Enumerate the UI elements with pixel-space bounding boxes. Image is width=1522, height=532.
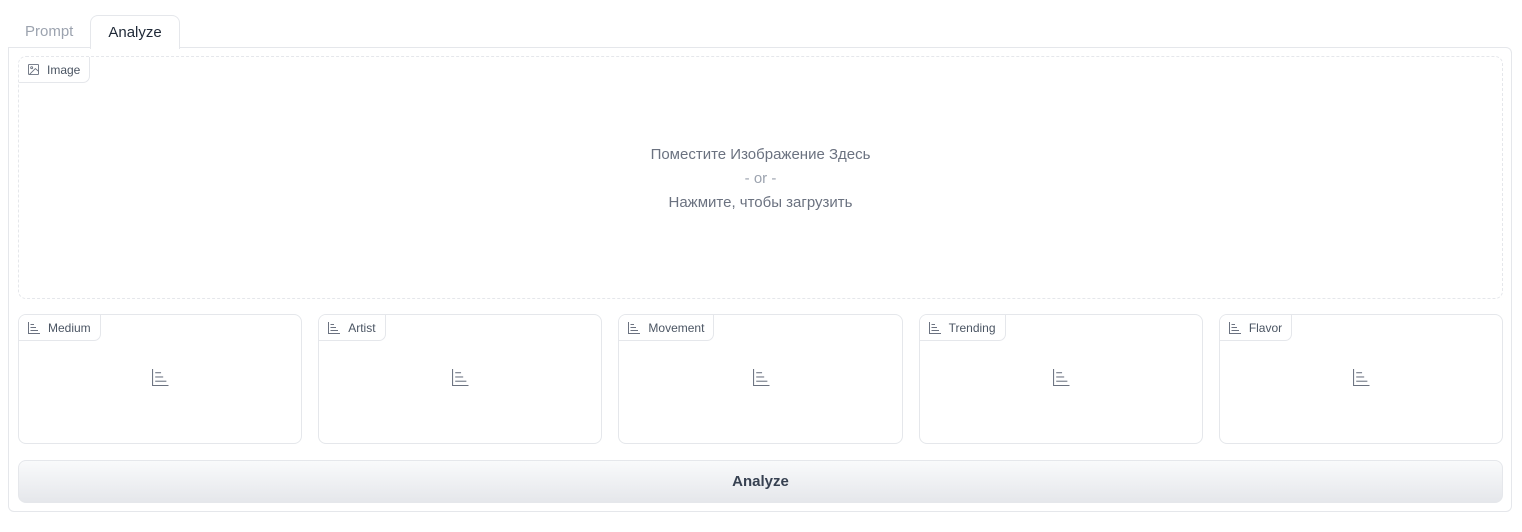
card-trending: Trending — [918, 314, 1203, 444]
card-label: Trending — [919, 315, 1006, 341]
bar-chart-placeholder-icon — [752, 369, 769, 391]
card-label: Flavor — [1219, 315, 1293, 341]
image-icon — [28, 64, 39, 75]
bar-chart-icon — [28, 321, 40, 334]
bar-chart-placeholder-icon — [452, 369, 469, 391]
bar-chart-placeholder-icon — [1352, 369, 1370, 391]
tab-analyze[interactable]: Analyze — [90, 15, 180, 49]
click-to-upload-text: Нажмите, чтобы загрузить — [668, 194, 853, 211]
card-label: Medium — [19, 315, 101, 341]
bar-chart-icon — [328, 321, 341, 334]
analyze-button[interactable]: Analyze — [18, 460, 1503, 503]
card-flavor: Flavor — [1218, 314, 1504, 444]
card-label: Movement — [619, 315, 715, 341]
card-movement: Movement — [618, 314, 903, 444]
bar-chart-icon — [628, 321, 641, 334]
drop-text: Поместите Изображение Здесь — [650, 146, 871, 163]
image-block-label: Image — [19, 57, 91, 83]
card-label-text: Movement — [648, 320, 705, 335]
bar-chart-icon — [1228, 321, 1241, 334]
card-label: Artist — [319, 315, 386, 341]
bar-chart-icon — [928, 321, 941, 334]
tab-bar: Prompt Analyze — [8, 14, 180, 49]
bar-chart-placeholder-icon — [1052, 369, 1070, 391]
card-label-text: Trending — [948, 320, 996, 335]
analyze-panel: Image Поместите Изображение Здесь - or -… — [8, 47, 1512, 512]
card-label-text: Medium — [48, 320, 91, 335]
card-label-text: Flavor — [1248, 320, 1283, 335]
label-outputs-row: Medium Artist Movement Trending Flavor — [18, 314, 1504, 444]
image-upload-dropzone[interactable]: Image Поместите Изображение Здесь - or -… — [18, 56, 1503, 299]
tab-prompt[interactable]: Prompt — [8, 15, 90, 48]
upload-instructions: Поместите Изображение Здесь - or - Нажми… — [19, 143, 1502, 215]
card-label-text: Artist — [348, 320, 376, 335]
or-text: - or - — [744, 170, 777, 187]
card-medium: Medium — [18, 314, 303, 444]
card-artist: Artist — [318, 314, 603, 444]
image-label-text: Image — [47, 62, 81, 77]
bar-chart-placeholder-icon — [152, 369, 169, 391]
